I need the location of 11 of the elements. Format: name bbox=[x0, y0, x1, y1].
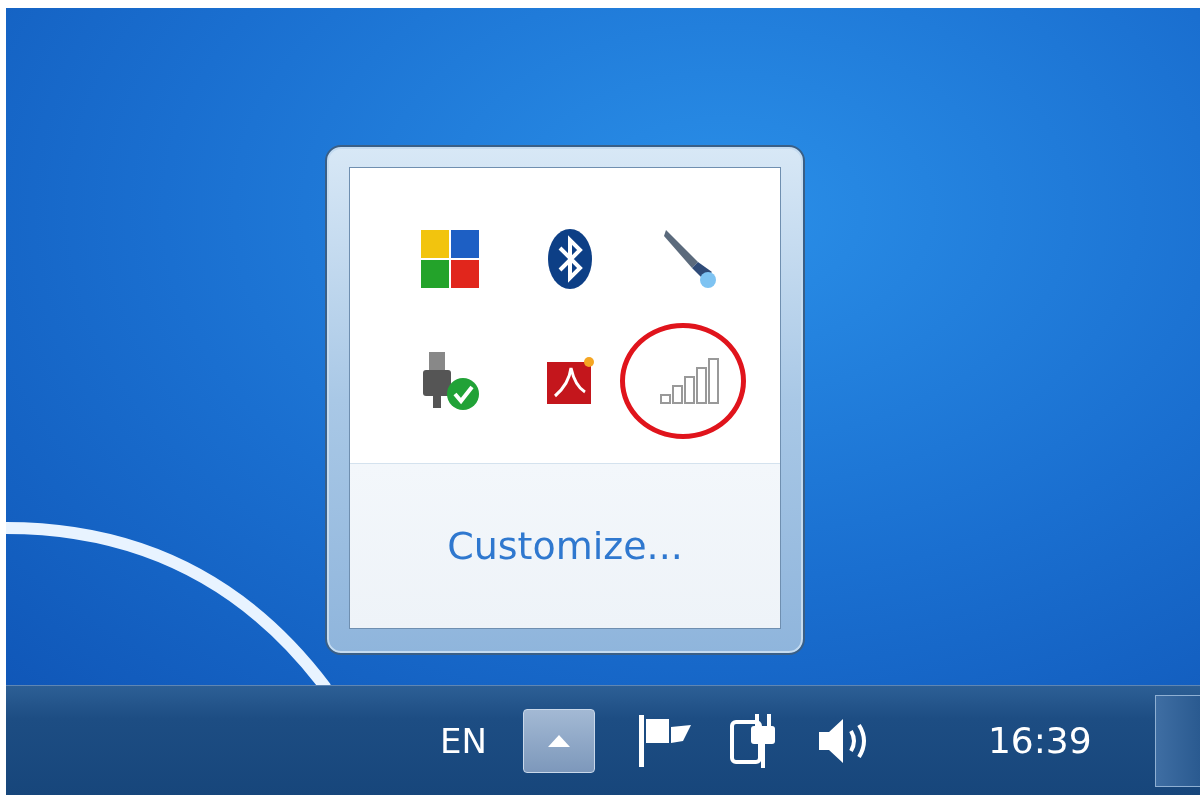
pdf-icon[interactable] bbox=[545, 356, 595, 406]
show-desktop-button[interactable] bbox=[1155, 694, 1200, 787]
up-arrow-icon bbox=[547, 734, 570, 747]
signal-bars-icon[interactable] bbox=[659, 357, 721, 405]
flag-icon[interactable] bbox=[636, 712, 693, 769]
clock[interactable]: 16:39 bbox=[987, 720, 1092, 761]
bluetooth-icon[interactable] bbox=[547, 228, 593, 290]
language-indicator[interactable]: EN bbox=[440, 720, 487, 761]
show-hidden-icons-button[interactable] bbox=[522, 708, 595, 773]
customize-link[interactable]: Customize... bbox=[447, 524, 683, 568]
four-squares-icon[interactable] bbox=[419, 228, 481, 290]
